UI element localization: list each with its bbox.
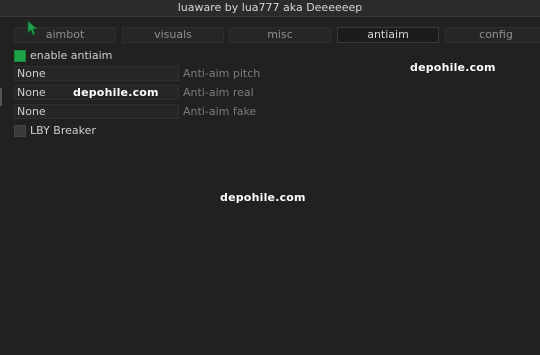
antiaim-fake-row: None Anti-aim fake bbox=[14, 104, 314, 119]
antiaim-real-row: None Anti-aim real bbox=[14, 85, 314, 100]
watermark-text: depohile.com bbox=[220, 191, 306, 204]
left-edge-marker bbox=[0, 88, 2, 106]
antiaim-pitch-label: Anti-aim pitch bbox=[183, 67, 261, 80]
antiaim-real-label: Anti-aim real bbox=[183, 86, 254, 99]
tab-config[interactable]: config bbox=[445, 27, 540, 43]
antiaim-pitch-row: None Anti-aim pitch bbox=[14, 66, 314, 81]
lby-breaker-checkbox[interactable] bbox=[14, 125, 26, 137]
watermark-text: depohile.com bbox=[410, 61, 496, 74]
enable-antiaim-checkbox[interactable] bbox=[14, 50, 26, 62]
antiaim-pitch-dropdown[interactable]: None bbox=[14, 66, 179, 81]
tab-bar: aimbot visuals misc antiaim config bbox=[0, 27, 540, 43]
antiaim-fake-label: Anti-aim fake bbox=[183, 105, 257, 118]
window-title[interactable]: luaware by lua777 aka Deeeeeep bbox=[0, 0, 540, 17]
cheat-menu-window: luaware by lua777 aka Deeeeeep aimbot vi… bbox=[0, 0, 540, 355]
enable-antiaim-label: enable antiaim bbox=[30, 49, 113, 62]
lby-breaker-label: LBY Breaker bbox=[30, 124, 96, 137]
tab-visuals[interactable]: visuals bbox=[122, 27, 224, 43]
watermark-text: depohile.com bbox=[73, 86, 159, 99]
tab-antiaim[interactable]: antiaim bbox=[337, 27, 439, 43]
mouse-pointer-icon bbox=[27, 20, 39, 36]
tab-misc[interactable]: misc bbox=[229, 27, 331, 43]
antiaim-fake-dropdown[interactable]: None bbox=[14, 104, 179, 119]
